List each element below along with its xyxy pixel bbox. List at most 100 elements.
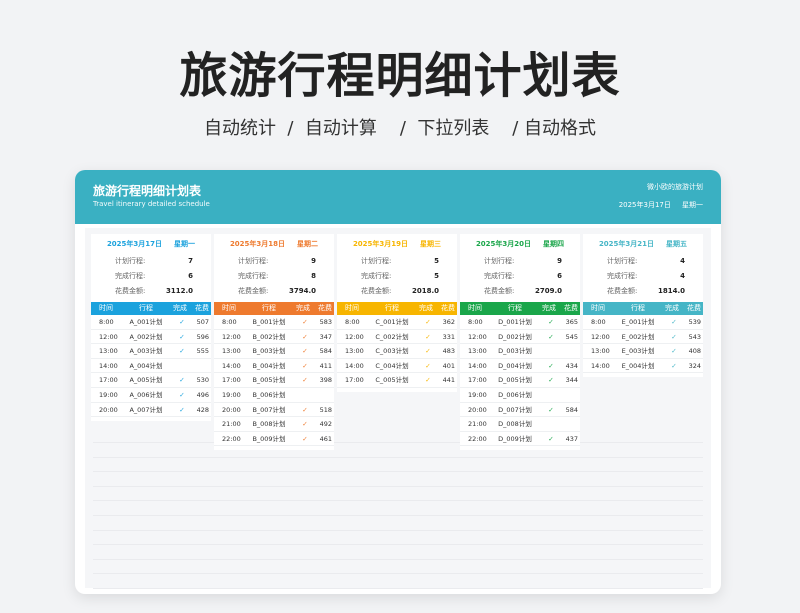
stat-planned: 计划行程: 4 [583, 254, 703, 269]
day-weekday: 星期二 [297, 240, 319, 248]
table-row: 20:00 B_007计划 ✓ 518 [214, 403, 334, 418]
check-icon: ✓ [179, 332, 185, 341]
row-trip: E_001计划 [621, 318, 655, 326]
col-trip-header: 行程 [262, 304, 276, 312]
stat-completed: 完成行程: 5 [337, 269, 457, 284]
grid-line [93, 529, 703, 531]
row-time: 17:00 [222, 376, 241, 385]
table-row: 13:00 B_003计划 ✓ 584 [214, 344, 334, 359]
table-row: 12:00 D_002计划 ✓ 545 [460, 330, 580, 345]
row-time: 17:00 [468, 376, 487, 385]
table-row: 20:00 A_007计划 ✓ 428 [91, 403, 211, 418]
row-trip: B_002计划 [252, 332, 286, 341]
sheet-date: 2025年3月17日 星期一 [618, 201, 703, 209]
row-cost: 583 [319, 318, 332, 326]
table-row: 19:00 A_006计划 ✓ 496 [91, 388, 211, 403]
check-icon: ✓ [302, 376, 308, 385]
col-trip-header: 行程 [385, 304, 399, 312]
col-done-header: 完成 [296, 304, 310, 312]
row-trip: B_007计划 [252, 405, 286, 414]
check-icon: ✓ [548, 318, 554, 326]
stat-value: 8 [311, 272, 316, 280]
stat-label: 花费金额: [484, 287, 515, 295]
day-date-header: 2025年3月20日 星期四 [460, 234, 580, 254]
row-cost: 555 [196, 347, 209, 356]
stat-value: 5 [434, 257, 439, 265]
row-cost: 408 [688, 347, 701, 356]
table-row: 12:00 A_002计划 ✓ 596 [91, 330, 211, 345]
stat-label: 花费金额: [361, 287, 392, 295]
row-time: 13:00 [345, 347, 364, 356]
row-cost: 365 [565, 318, 578, 326]
table-row: 17:00 C_005计划 ✓ 441 [337, 373, 457, 388]
sheet-note: 微小欧的旅游计划 [647, 183, 703, 191]
check-icon: ✓ [548, 376, 554, 385]
stat-value: 9 [557, 257, 562, 265]
grid-line [93, 544, 703, 546]
col-done-header: 完成 [542, 304, 556, 312]
day-weekday: 星期四 [543, 240, 565, 248]
row-trip: D_001计划 [498, 318, 532, 326]
row-cost: 347 [319, 332, 332, 341]
table-row: 22:00 D_009计划 ✓ 437 [460, 432, 580, 447]
stat-completed: 完成行程: 4 [583, 269, 703, 284]
day-footer [583, 373, 703, 377]
col-cost-header: 花费 [687, 304, 701, 312]
table-header: 时间 行程 完成 花费 [460, 302, 580, 315]
row-trip: A_001计划 [129, 318, 163, 326]
grid-line [93, 588, 703, 589]
col-trip-header: 行程 [631, 304, 645, 312]
grid-line [93, 573, 703, 575]
row-time: 17:00 [99, 376, 118, 385]
row-trip: C_003计划 [375, 347, 409, 356]
row-time: 14:00 [468, 361, 487, 370]
check-icon: ✓ [179, 347, 185, 356]
check-icon: ✓ [425, 361, 431, 370]
row-time: 19:00 [468, 390, 487, 399]
day-date: 2025年3月19日 [352, 240, 409, 248]
day-weekday: 星期一 [174, 240, 196, 248]
check-icon: ✓ [425, 376, 431, 385]
hero-title: 旅游行程明细计划表 [179, 48, 621, 104]
stat-completed: 完成行程: 6 [91, 269, 211, 284]
check-icon: ✓ [302, 318, 308, 326]
row-time: 8:00 [345, 318, 360, 326]
stat-planned: 计划行程: 9 [460, 254, 580, 269]
grid-line [93, 558, 703, 560]
check-icon: ✓ [425, 332, 431, 341]
stat-label: 完成行程: [361, 272, 392, 280]
row-time: 17:00 [345, 376, 364, 385]
stat-value: 9 [311, 257, 316, 265]
table-row: 13:00 C_003计划 ✓ 483 [337, 344, 457, 359]
stat-value: 6 [557, 272, 562, 280]
table-row: 14:00 A_004计划 [91, 359, 211, 374]
table-row: 13:00 E_003计划 ✓ 408 [583, 344, 703, 359]
table-row: 17:00 D_005计划 ✓ 344 [460, 373, 580, 388]
row-time: 21:00 [468, 420, 487, 429]
col-done-header: 完成 [665, 304, 679, 312]
table-row: 14:00 D_004计划 ✓ 434 [460, 359, 580, 374]
stat-label: 完成行程: [115, 272, 146, 280]
sheet-subtitle-en: Travel itinerary detailed schedule [93, 200, 210, 208]
row-cost: 331 [442, 332, 455, 341]
row-trip: C_004计划 [375, 361, 409, 370]
stat-cost: 花费金额: 1814.0 [583, 284, 703, 299]
row-trip: B_003计划 [252, 347, 286, 356]
stat-label: 完成行程: [607, 272, 638, 280]
row-cost: 398 [319, 376, 332, 385]
stat-cost: 花费金额: 3112.0 [91, 284, 211, 299]
sheet-title: 旅游行程明细计划表 [93, 184, 202, 198]
row-trip: A_004计划 [129, 361, 163, 370]
table-row: 20:00 D_007计划 ✓ 584 [460, 403, 580, 418]
table-row: 17:00 B_005计划 ✓ 398 [214, 373, 334, 388]
row-time: 13:00 [222, 347, 241, 356]
stat-label: 花费金额: [115, 287, 146, 295]
sheet-body: 2025年3月17日 星期一 计划行程: 7 完成行程: 6 花费金额: 3112.0 时间 行程… [85, 228, 711, 589]
stat-value: 3112.0 [165, 287, 193, 295]
row-trip: D_006计划 [498, 390, 532, 399]
table-row: 12:00 B_002计划 ✓ 347 [214, 330, 334, 345]
col-time-header: 时间 [591, 304, 605, 312]
stat-value: 4 [680, 257, 685, 265]
stat-value: 6 [188, 272, 193, 280]
col-time-header: 时间 [222, 304, 236, 312]
